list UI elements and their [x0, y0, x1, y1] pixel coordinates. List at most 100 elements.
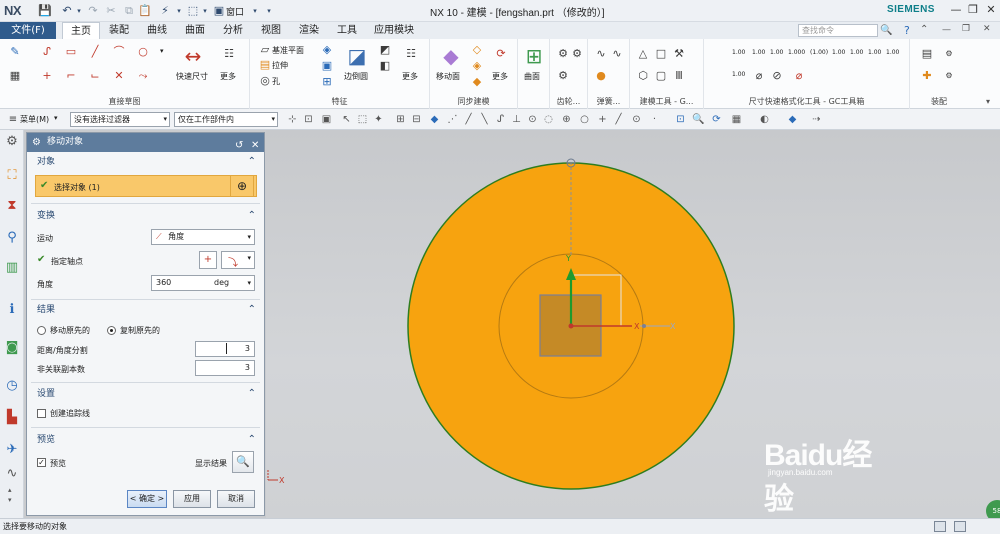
window-menu-label[interactable]: 窗口: [226, 5, 244, 18]
snap-icon-21[interactable]: ⊙: [630, 113, 643, 126]
resource-scroll-down-icon[interactable]: ▾: [8, 496, 12, 504]
type-filter-dropdown[interactable]: 没有选择过滤器 ▾: [70, 112, 170, 127]
snap-icon-9[interactable]: ◆: [428, 113, 441, 126]
resource-settings-icon[interactable]: ⚙: [4, 134, 20, 150]
history-icon[interactable]: ◷: [4, 378, 20, 394]
constraint-navigator-icon[interactable]: ⧗: [4, 198, 20, 214]
assembly-navigator-icon[interactable]: ⛶: [4, 168, 20, 184]
tool-icon[interactable]: ⚒: [672, 47, 686, 61]
copy-original-radio[interactable]: [107, 326, 116, 335]
origin-point[interactable]: [568, 323, 574, 329]
snap-icon-5[interactable]: ⬚: [356, 113, 369, 126]
snap-icon-11[interactable]: ╱: [462, 113, 475, 126]
dim-format-10[interactable]: 1.00: [732, 71, 745, 78]
edge-blend-icon[interactable]: ◪: [344, 43, 370, 69]
gear-edit-icon[interactable]: ⚙: [570, 47, 584, 61]
triangle-icon[interactable]: △: [636, 47, 650, 61]
tab-assembly[interactable]: 装配: [102, 22, 136, 39]
minimize-button[interactable]: —: [949, 3, 963, 17]
tab-home[interactable]: 主页: [62, 22, 100, 39]
show-result-button[interactable]: 🔍: [232, 451, 254, 473]
snap-icon-10[interactable]: ⋰: [446, 113, 459, 126]
crosshair-icon[interactable]: ⊕: [230, 175, 254, 197]
restore-button[interactable]: ❐: [966, 3, 980, 17]
snap-icon-17[interactable]: ⊕: [560, 113, 573, 126]
process-studio-icon[interactable]: ✈: [4, 442, 20, 458]
snap-icon-18[interactable]: ○: [578, 113, 591, 126]
move-face-icon[interactable]: ◆: [438, 43, 464, 69]
draft-icon[interactable]: ◧: [378, 59, 392, 73]
snap-icon-19[interactable]: +: [596, 113, 609, 126]
point-type-dropdown[interactable]: ⤵ ▾: [221, 251, 255, 269]
shaded-icon[interactable]: ◆: [786, 113, 799, 126]
menu-button[interactable]: 菜单(M): [20, 114, 49, 125]
point-dialog-icon[interactable]: +: [199, 251, 217, 269]
motion-dropdown[interactable]: ⟋ 角度 ▾: [151, 229, 255, 245]
extend-icon[interactable]: ⤳: [136, 69, 150, 83]
point-icon[interactable]: +: [40, 69, 54, 83]
tab-view[interactable]: 视图: [254, 22, 288, 39]
assembly-small-1-icon[interactable]: ⚙: [942, 47, 956, 61]
angle-unit[interactable]: deg: [214, 276, 229, 290]
arc-icon[interactable]: ⌒: [112, 45, 126, 59]
spring-icon[interactable]: ∿: [594, 47, 608, 61]
dim-diameter-icon[interactable]: ⌀: [752, 69, 766, 83]
snap-icon-3[interactable]: ▣: [320, 113, 333, 126]
help-icon[interactable]: ?: [904, 24, 910, 37]
dim-format-2[interactable]: 1.00: [752, 49, 765, 56]
circle-icon[interactable]: ○: [136, 45, 150, 59]
hd3d-tools-icon[interactable]: ℹ: [4, 302, 20, 318]
sketch-more-dropdown-icon[interactable]: ▾: [160, 47, 164, 55]
snap-icon-7[interactable]: ⊞: [394, 113, 407, 126]
tab-render[interactable]: 渲染: [292, 22, 326, 39]
ok-button[interactable]: < 确定 >: [127, 490, 167, 508]
tab-analysis[interactable]: 分析: [216, 22, 250, 39]
dim-format-1[interactable]: 1.00: [732, 49, 745, 56]
create-trace-checkbox[interactable]: [37, 409, 46, 418]
snap-icon-13[interactable]: ᔑ: [494, 113, 507, 126]
copies-input[interactable]: 3: [195, 360, 255, 376]
profile-icon[interactable]: ᔑ: [40, 45, 54, 59]
fillet-icon[interactable]: ⌐: [64, 69, 78, 83]
doc-restore-button[interactable]: ❐: [962, 24, 970, 34]
close-button[interactable]: ✕: [984, 3, 998, 17]
system-materials-icon[interactable]: ▙: [4, 410, 20, 426]
doc-close-button[interactable]: ✕: [983, 24, 991, 34]
move-original-label[interactable]: 移动原先的: [50, 325, 90, 336]
delete-face-icon[interactable]: ⟳: [494, 47, 508, 61]
doc-minimize-button[interactable]: —: [942, 25, 951, 35]
menu-icon[interactable]: ≡: [6, 113, 20, 127]
section-result-header[interactable]: 结果 ⌃: [31, 301, 260, 319]
dim-format-5[interactable]: (1.00): [810, 49, 828, 56]
paste-icon[interactable]: 📋: [138, 4, 152, 18]
section-settings-header[interactable]: 设置 ⌃: [31, 385, 260, 403]
rotate-icon[interactable]: ⟳: [710, 113, 723, 126]
spring-edit-icon[interactable]: ∿: [610, 47, 624, 61]
tab-file[interactable]: 文件(F): [0, 22, 56, 39]
roles-icon[interactable]: ∿: [4, 466, 20, 482]
search-icon[interactable]: 🔍: [880, 25, 892, 36]
snap-icon-4[interactable]: ↖: [340, 113, 353, 126]
tab-tools[interactable]: 工具: [330, 22, 364, 39]
extrude-icon[interactable]: ▤: [258, 58, 272, 72]
chamfer-feature-icon[interactable]: ◩: [378, 43, 392, 57]
xc-handle-dot[interactable]: [642, 324, 646, 328]
gear-display-icon[interactable]: ⚙: [556, 69, 570, 83]
assembly-nav-icon[interactable]: ▤: [920, 47, 934, 61]
dim-format-9[interactable]: 1.00: [886, 49, 899, 56]
menu-dropdown-icon[interactable]: ▾: [54, 114, 58, 122]
hexagon-icon[interactable]: ⬡: [636, 69, 650, 83]
text-tool-icon[interactable]: Ⅲ: [672, 69, 686, 83]
square-icon[interactable]: □: [654, 47, 668, 61]
touch-dropdown-icon[interactable]: ▾: [198, 4, 212, 18]
window-menu-dropdown-icon[interactable]: ▾: [248, 4, 262, 18]
tab-surface[interactable]: 曲面: [178, 22, 212, 39]
undo-dropdown-icon[interactable]: ▾: [72, 4, 86, 18]
line-icon[interactable]: ╱: [88, 45, 102, 59]
feature-more-label[interactable]: 更多: [402, 71, 418, 82]
section-transform-header[interactable]: 变换 ⌃: [31, 207, 260, 225]
redo-icon[interactable]: ↷: [86, 4, 100, 18]
dim-format-3[interactable]: 1.00: [770, 49, 783, 56]
zoom-icon[interactable]: 🔍: [692, 113, 705, 126]
assembly-small-2-icon[interactable]: ⚙: [942, 69, 956, 83]
